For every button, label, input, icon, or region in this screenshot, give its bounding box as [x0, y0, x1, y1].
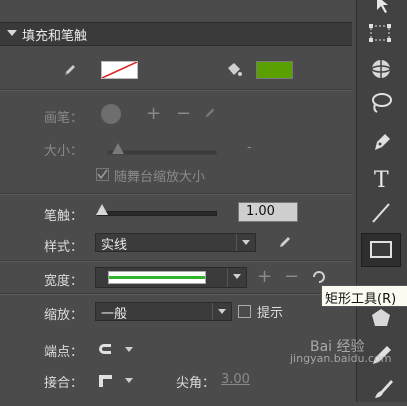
rectangle-tool-tooltip: 矩形工具(R) [321, 285, 407, 307]
stroke-slider[interactable] [97, 211, 217, 216]
style-dropdown-value: 实线 [101, 238, 128, 253]
brush-shape-icon[interactable] [101, 104, 121, 124]
add-width-profile-icon[interactable]: + [257, 266, 272, 287]
width-profile-dropdown[interactable] [95, 267, 247, 288]
cap-label: 端点： [44, 345, 84, 360]
line-tool-icon[interactable] [363, 200, 399, 230]
width-profile-preview [108, 271, 206, 284]
properties-panel: 填充和笔触 画笔： + − 大小： - 随舞台缩放大小 笔触： 1.00 样式：… [0, 0, 352, 402]
join-type-icon[interactable] [97, 372, 115, 392]
size-slider-thumb[interactable] [112, 143, 124, 154]
join-label: 接合： [44, 376, 84, 391]
svg-text:T: T [374, 168, 389, 192]
chevron-down-icon[interactable] [212, 303, 231, 320]
scale-dropdown[interactable]: 一般 [95, 302, 232, 322]
brush-label: 画笔： [44, 111, 84, 126]
chevron-down-icon[interactable] [227, 268, 246, 287]
style-dropdown[interactable]: 实线 [95, 233, 256, 253]
hint-checkbox[interactable] [238, 305, 251, 318]
rectangle-tool-icon[interactable] [361, 233, 401, 267]
remove-width-profile-icon[interactable]: − [284, 266, 299, 287]
watermark-url: jingyan.baidu.com [290, 352, 392, 365]
edit-stroke-style-pencil-icon[interactable] [277, 234, 293, 254]
paint-bucket-icon [225, 61, 243, 83]
lasso-icon[interactable] [363, 90, 399, 120]
chevron-down-icon[interactable] [125, 378, 133, 383]
stroke-color-swatch[interactable] [101, 61, 138, 79]
text-tool-icon[interactable]: T [363, 166, 399, 196]
polystar-tool-icon[interactable] [363, 305, 399, 335]
scale-with-stage-label: 随舞台缩放大小 [114, 170, 206, 185]
add-brush-icon[interactable]: + [146, 103, 161, 124]
remove-brush-icon[interactable]: − [176, 103, 191, 124]
chevron-down-icon[interactable] [125, 347, 133, 352]
miter-label: 尖角： [176, 376, 216, 391]
stroke-slider-thumb[interactable] [96, 204, 108, 215]
size-value: - [247, 140, 252, 155]
selection-arrow-icon[interactable] [363, 0, 399, 24]
width-label: 宽度： [44, 274, 84, 289]
size-label: 大小： [44, 144, 84, 159]
scale-with-stage-checkbox[interactable] [96, 168, 109, 181]
3d-rotation-icon[interactable] [363, 56, 399, 86]
collapse-triangle-icon[interactable] [7, 30, 17, 36]
edit-brush-pencil-icon[interactable] [203, 106, 217, 124]
free-transform-icon[interactable] [363, 22, 399, 52]
cap-type-icon[interactable] [97, 341, 115, 361]
chevron-down-icon[interactable] [236, 234, 255, 251]
hint-label: 提示 [257, 306, 284, 321]
scale-dropdown-value: 一般 [101, 307, 128, 322]
stroke-label: 笔触： [44, 209, 84, 224]
pen-tool-icon[interactable] [363, 130, 399, 160]
section-title: 填充和笔触 [22, 29, 88, 44]
scale-label: 缩放： [44, 308, 84, 323]
stroke-value-input[interactable]: 1.00 [238, 202, 298, 222]
fill-color-swatch[interactable] [256, 61, 293, 79]
miter-value[interactable]: 3.00 [221, 372, 250, 387]
stroke-pencil-icon [62, 62, 78, 82]
style-label: 样式： [44, 240, 84, 255]
fill-stroke-section-header[interactable]: 填充和笔触 [0, 22, 352, 46]
